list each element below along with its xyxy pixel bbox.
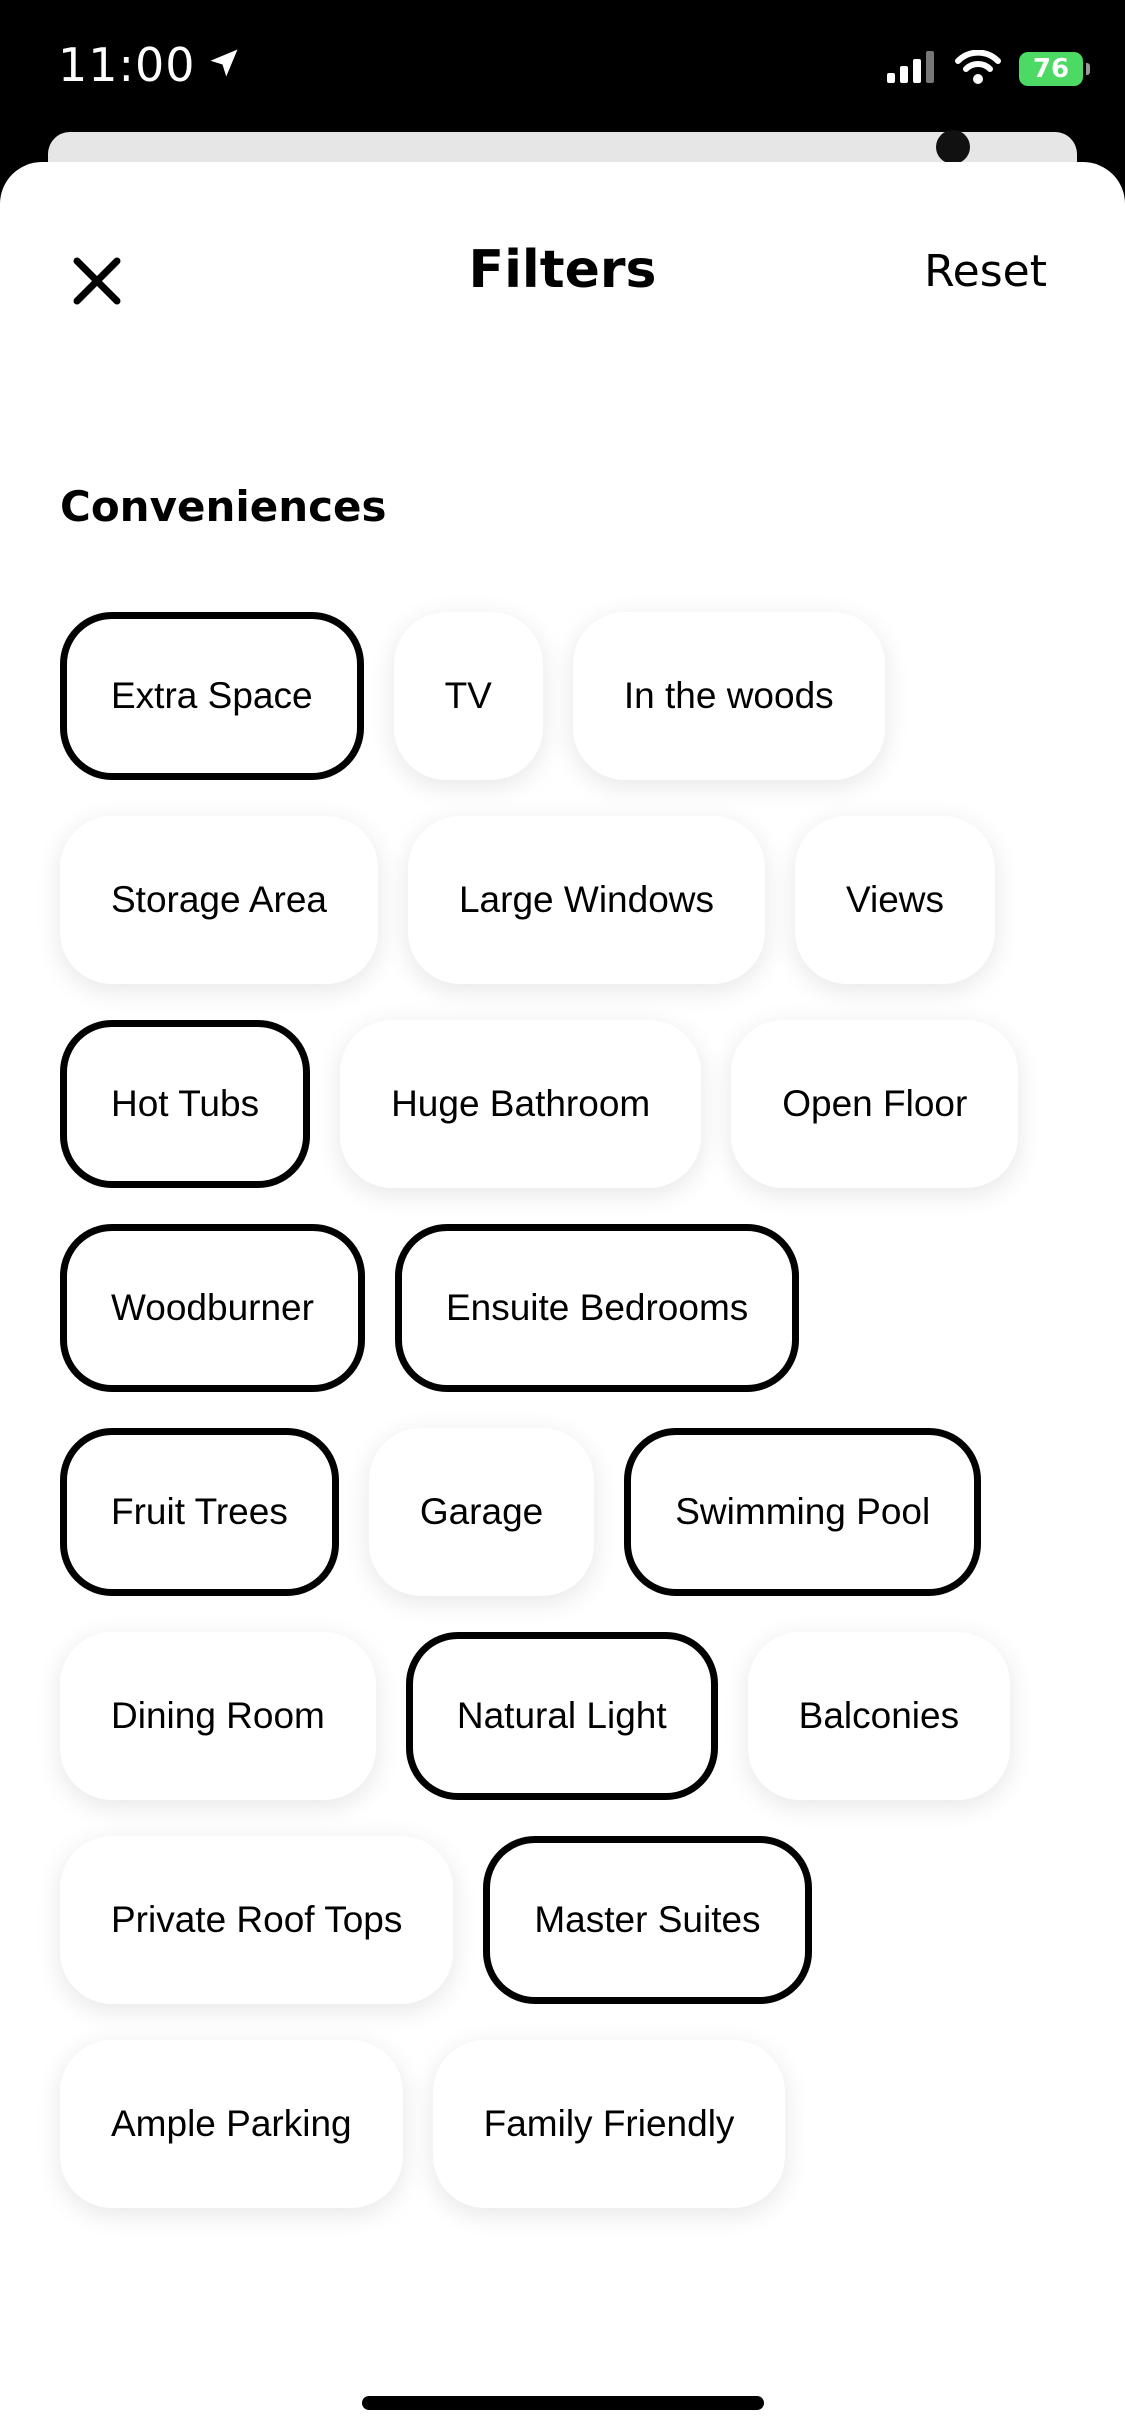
- filter-chip[interactable]: In the woods: [572, 612, 885, 780]
- cellular-signal-icon: [887, 51, 937, 87]
- status-time-group: 11:00: [58, 38, 242, 92]
- reset-button[interactable]: Reset: [924, 246, 1047, 297]
- close-button[interactable]: [62, 246, 132, 316]
- wifi-icon: [955, 49, 1001, 88]
- filter-chip[interactable]: Open Floor: [731, 1020, 1019, 1188]
- conveniences-chip-list: Extra Space TV In the woods Storage Area Lar…: [60, 612, 1070, 2208]
- filter-chip[interactable]: Huge Bathroom: [340, 1020, 702, 1188]
- app-screen: 11:00 76 Filters Reset Conveniences Extr…: [0, 0, 1125, 2436]
- filter-chip[interactable]: Family Friendly: [432, 2040, 786, 2208]
- filter-chip[interactable]: Dining Room: [60, 1632, 376, 1800]
- section-title-conveniences: Conveniences: [60, 482, 387, 531]
- map-pin-dot: [936, 130, 970, 164]
- battery-level: 76: [1032, 54, 1070, 84]
- status-bar: 11:00 76: [0, 0, 1125, 140]
- filter-chip[interactable]: Swimming Pool: [624, 1428, 982, 1596]
- status-time: 11:00: [58, 38, 196, 92]
- filter-chip[interactable]: TV: [393, 612, 543, 780]
- status-indicators: 76: [887, 49, 1090, 88]
- filter-chip[interactable]: Balconies: [747, 1632, 1011, 1800]
- filter-chip[interactable]: Natural Light: [405, 1632, 718, 1800]
- close-icon: [73, 257, 121, 305]
- filter-chip[interactable]: Storage Area: [60, 816, 378, 984]
- filter-chip[interactable]: Ample Parking: [60, 2040, 403, 2208]
- filter-chip[interactable]: Master Suites: [483, 1836, 812, 2004]
- filter-chip[interactable]: Extra Space: [60, 612, 364, 780]
- filter-chip[interactable]: Hot Tubs: [60, 1020, 311, 1188]
- home-indicator[interactable]: [362, 2396, 764, 2410]
- filters-sheet: Filters Reset Conveniences Extra Space TV…: [0, 162, 1125, 2436]
- filter-chip[interactable]: Woodburner: [60, 1224, 365, 1392]
- filter-chip[interactable]: Private Roof Tops: [60, 1836, 454, 2004]
- filter-chip[interactable]: Ensuite Bedrooms: [394, 1224, 800, 1392]
- filter-chip[interactable]: Garage: [368, 1428, 595, 1596]
- location-arrow-icon: [206, 38, 242, 92]
- filter-chip[interactable]: Fruit Trees: [60, 1428, 339, 1596]
- filter-chip[interactable]: Large Windows: [407, 816, 765, 984]
- filter-chip[interactable]: Views: [795, 816, 996, 984]
- battery-charging-icon: 76: [1019, 52, 1090, 86]
